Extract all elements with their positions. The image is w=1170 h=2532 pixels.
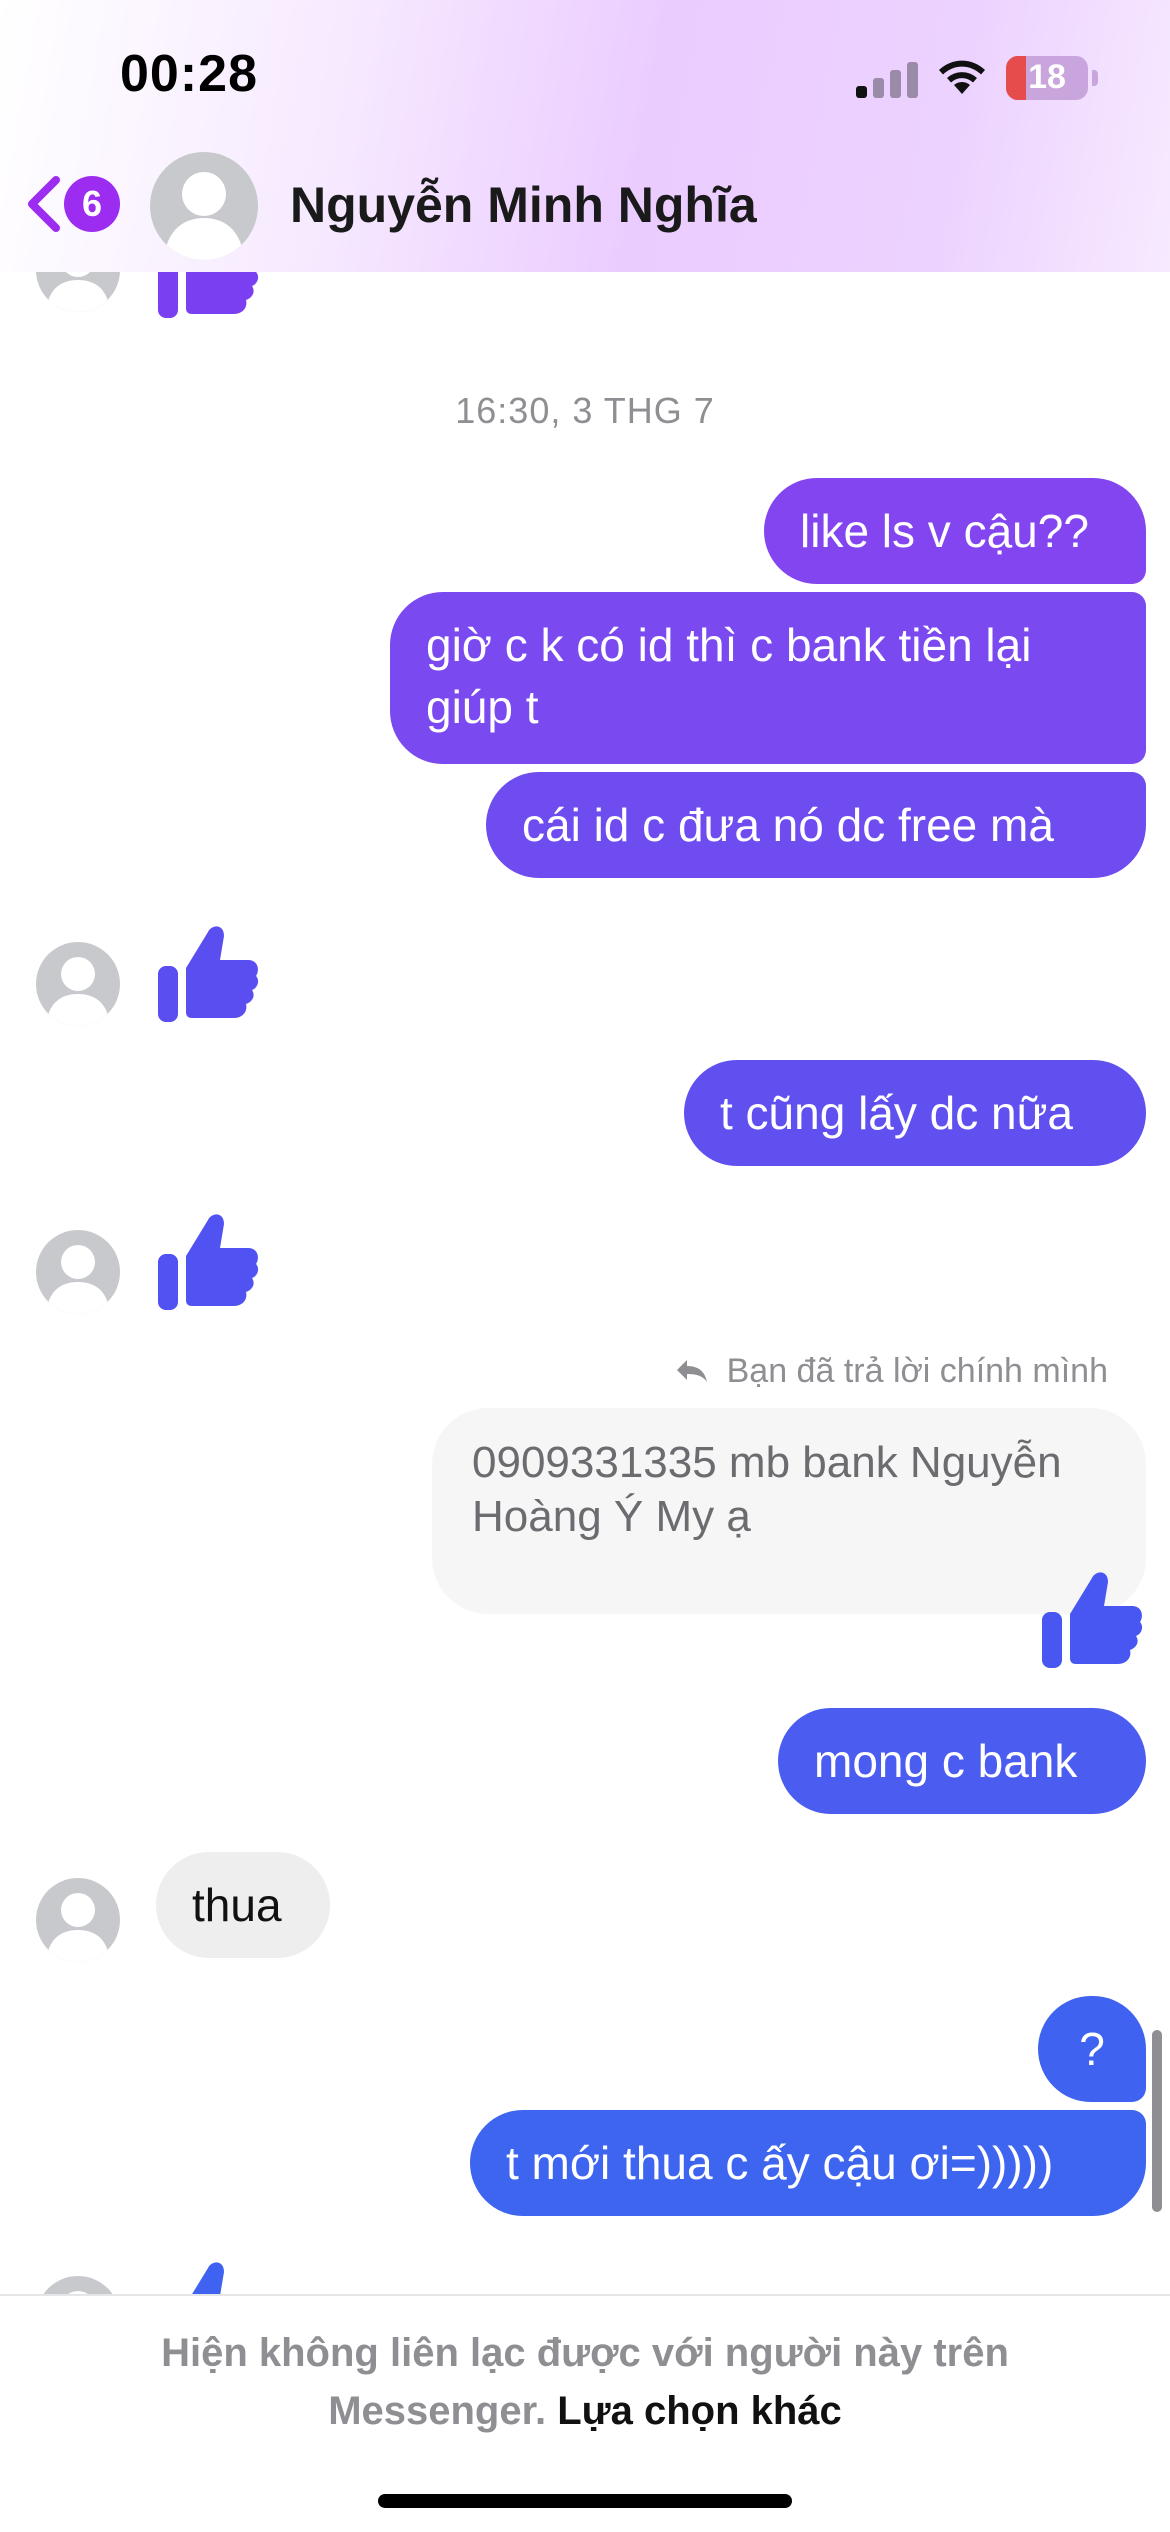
back-button[interactable]: 6 (24, 172, 124, 236)
other-options-link[interactable]: Lựa chọn khác (557, 2389, 842, 2433)
reply-arrow-icon (677, 1360, 708, 1382)
wifi-icon (936, 56, 988, 101)
unavailable-notice-bar: Hiện không liên lạc được với người này t… (0, 2294, 1170, 2532)
quoted-message[interactable]: 0909331335 mb bank Nguyễn Hoàng Ý My ạ (432, 1408, 1146, 1614)
contact-avatar-small (36, 942, 120, 1026)
message-text: t cũng lấy dc nữa (720, 1087, 1073, 1139)
outgoing-message[interactable]: like ls v cậu?? (764, 478, 1146, 584)
thumbs-up-icon (156, 1204, 260, 1317)
message-text: t mới thua c ấy cậu ơi=))))) (506, 2137, 1054, 2189)
message-text: mong c bank (814, 1735, 1078, 1787)
thumbs-up-icon (156, 272, 260, 325)
timestamp-separator: 16:30, 3 THG 7 (455, 390, 715, 431)
outgoing-message[interactable]: t mới thua c ấy cậu ơi=))))) (470, 2110, 1146, 2216)
thumbs-up-icon (156, 916, 260, 1029)
chat-header: 00:28 18 6 Nguyễn Minh Nghĩa (0, 0, 1170, 272)
scrollbar[interactable] (1152, 2030, 1162, 2212)
reply-note-text: Bạn đã trả lời chính mình (726, 1352, 1108, 1390)
quoted-text: 0909331335 mb bank Nguyễn (472, 1438, 1062, 1487)
person-icon (46, 1245, 110, 1314)
message-list[interactable]: 16:30, 3 THG 7 like ls v cậu?? giờ c k c… (0, 272, 1170, 2294)
contact-avatar-small (36, 2276, 120, 2294)
notice-text: Messenger. (328, 2389, 547, 2433)
message-text: cái id c đưa nó dc free mà (522, 799, 1054, 851)
contact-avatar-small (36, 1230, 120, 1314)
notice-text: Hiện không liên lạc được với người này t… (161, 2331, 1009, 2375)
reply-indicator: Bạn đã trả lời chính mình (675, 1352, 1108, 1391)
person-icon (46, 957, 110, 1026)
contact-avatar-small (36, 1878, 120, 1962)
message-text: like ls v cậu?? (800, 505, 1089, 557)
home-indicator[interactable] (378, 2494, 792, 2508)
thumbs-up-icon (1040, 1562, 1144, 1675)
unavailable-notice: Hiện không liên lạc được với người này t… (0, 2324, 1170, 2440)
contact-avatar[interactable] (150, 152, 258, 260)
outgoing-message[interactable]: cái id c đưa nó dc free mà (486, 772, 1146, 878)
status-time: 00:28 (120, 45, 258, 103)
quoted-text: Hoàng Ý My ạ (472, 1492, 751, 1541)
battery-icon: 18 (1006, 56, 1088, 100)
battery-tip (1092, 70, 1098, 86)
person-icon (164, 172, 244, 260)
outgoing-message[interactable]: ? (1038, 1996, 1146, 2102)
outgoing-message[interactable]: mong c bank (778, 1708, 1146, 1814)
contact-avatar-small (36, 272, 120, 312)
person-icon (46, 1893, 110, 1962)
contact-name[interactable]: Nguyễn Minh Nghĩa (290, 176, 757, 234)
message-text: giờ c k có id thì c bank tiền lại (426, 619, 1032, 671)
battery-percent: 18 (1028, 58, 1066, 96)
incoming-message[interactable]: thua (156, 1852, 330, 1958)
message-text: ? (1079, 2023, 1105, 2075)
person-icon (68, 2291, 88, 2294)
message-text: giúp t (426, 681, 539, 733)
thumbs-up-icon (156, 2252, 260, 2294)
outgoing-message[interactable]: giờ c k có id thì c bank tiền lại giúp t (390, 592, 1146, 764)
signal-strength-icon (856, 62, 918, 98)
unread-badge: 6 (64, 176, 120, 232)
person-icon (46, 272, 110, 312)
outgoing-message[interactable]: t cũng lấy dc nữa (684, 1060, 1146, 1166)
message-text: thua (192, 1879, 282, 1931)
chevron-left-icon (28, 176, 60, 232)
